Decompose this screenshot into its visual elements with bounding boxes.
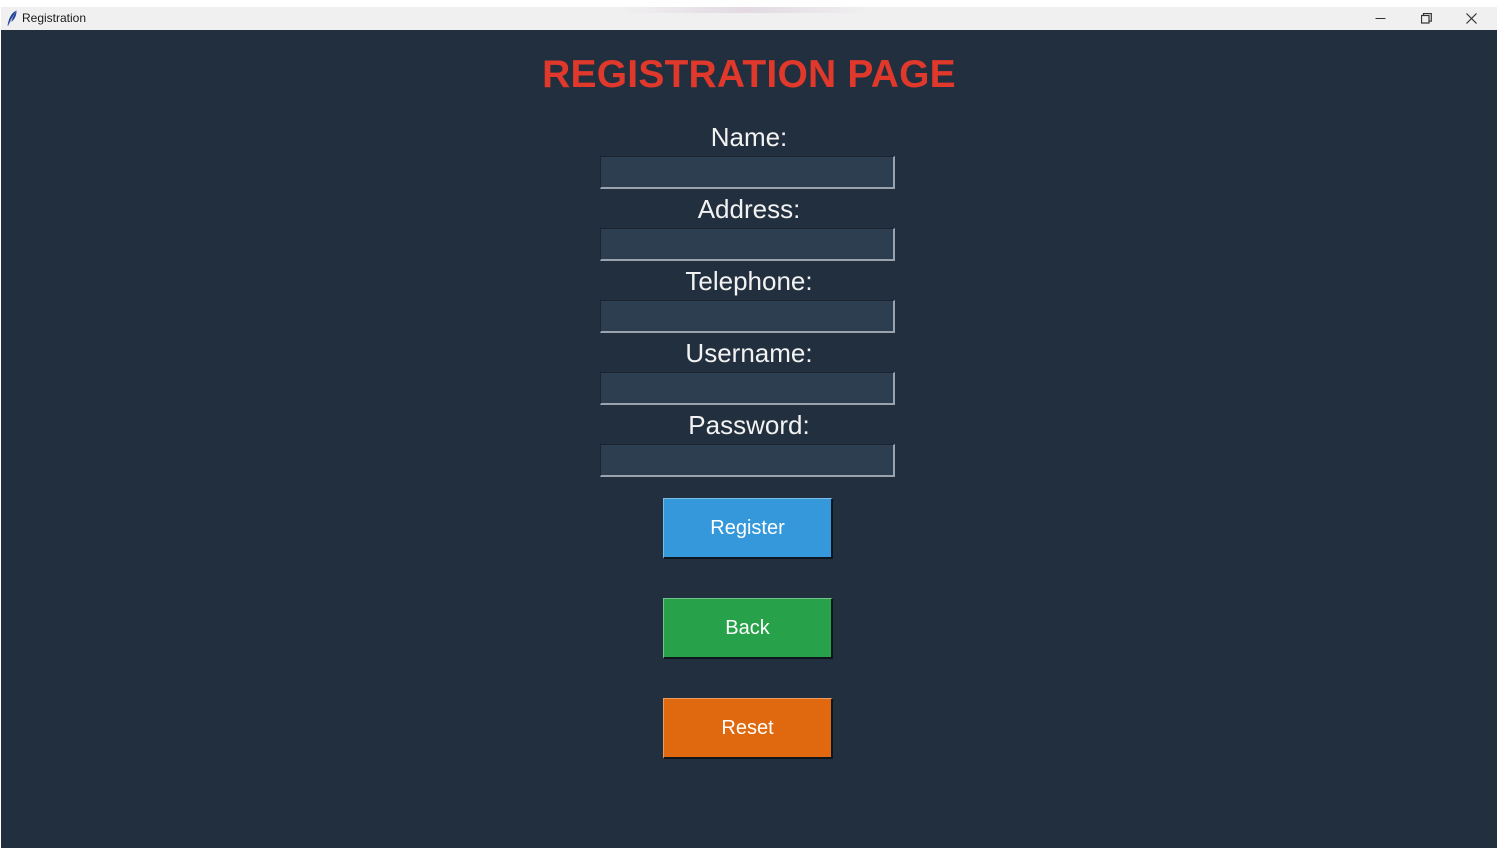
page-title: REGISTRATION PAGE bbox=[542, 53, 956, 96]
restore-icon bbox=[1420, 13, 1432, 24]
close-icon bbox=[1465, 13, 1477, 24]
telephone-input[interactable] bbox=[600, 300, 895, 333]
address-input[interactable] bbox=[600, 228, 895, 261]
register-button[interactable]: Register bbox=[663, 498, 833, 559]
password-label: Password: bbox=[688, 410, 810, 440]
name-input[interactable] bbox=[600, 156, 895, 189]
registration-window: Registration REGISTRATION PAGE Name: Add… bbox=[1, 7, 1497, 848]
telephone-label: Telephone: bbox=[685, 266, 813, 296]
minimize-icon bbox=[1375, 18, 1385, 19]
feather-icon bbox=[7, 10, 17, 26]
address-label: Address: bbox=[697, 194, 801, 224]
restore-button[interactable] bbox=[1403, 7, 1449, 30]
window-title: Registration bbox=[22, 11, 87, 25]
minimize-button[interactable] bbox=[1357, 7, 1403, 30]
reset-button[interactable]: Reset bbox=[663, 698, 833, 759]
title-bar[interactable]: Registration bbox=[1, 7, 1497, 30]
password-input[interactable] bbox=[600, 444, 895, 477]
username-label: Username: bbox=[685, 338, 813, 368]
back-button[interactable]: Back bbox=[663, 598, 833, 659]
close-button[interactable] bbox=[1448, 7, 1494, 30]
username-input[interactable] bbox=[600, 372, 895, 405]
title-bar-glow bbox=[621, 7, 871, 13]
name-label: Name: bbox=[710, 122, 788, 152]
